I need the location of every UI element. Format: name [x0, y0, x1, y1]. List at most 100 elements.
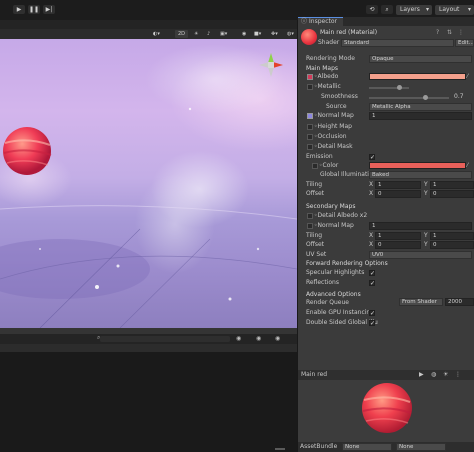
layers-dropdown[interactable]: Layers ▾ — [396, 5, 432, 15]
hidden-objects-icon[interactable]: ◉ — [242, 30, 246, 38]
double-sided-gi-checkbox[interactable]: ✓ — [369, 320, 375, 327]
detail-mask-texture-slot[interactable] — [307, 144, 313, 150]
offset2-y-field[interactable]: 0 — [430, 241, 474, 249]
uv-set-dropdown[interactable]: UV0 — [369, 251, 472, 259]
offset-y-field[interactable]: 0 — [430, 190, 474, 198]
smoothness-slider-track[interactable] — [369, 97, 449, 99]
effects-icon[interactable]: ▣▾ — [220, 30, 227, 38]
console-body[interactable] — [0, 352, 297, 452]
preview-shape-icon[interactable]: ◍ — [431, 371, 436, 379]
play-button[interactable]: ▶ — [13, 5, 25, 14]
offset-y-value: 0 — [433, 191, 437, 197]
uv-set-label: UV Set — [306, 251, 327, 258]
asset-bundle-label: AssetBundle — [300, 443, 338, 450]
offset-x-field[interactable]: 0 — [375, 190, 421, 198]
step-button[interactable]: ▶| — [43, 5, 55, 14]
preview-sphere — [362, 383, 412, 433]
metallic-slider-knob[interactable] — [397, 85, 402, 90]
tiling-x-field[interactable]: 1 — [375, 181, 421, 189]
metallic-slider-track[interactable] — [369, 87, 409, 89]
warning-toggle-icon[interactable]: ◉ — [256, 335, 261, 342]
tools-icon[interactable]: ✥▾ — [271, 30, 278, 38]
detail-normal-scale-field[interactable]: 1 — [369, 222, 472, 230]
eyedropper-icon[interactable]: ⁄ — [467, 162, 468, 170]
albedo-color-field[interactable] — [369, 73, 466, 80]
render-queue-field[interactable]: 2000 — [445, 298, 474, 306]
preview-play-icon[interactable]: ▶ — [419, 371, 424, 379]
reflections-checkbox[interactable]: ✓ — [369, 280, 375, 287]
preset-icon[interactable]: ⇅ — [447, 29, 452, 37]
preview-menu-icon[interactable]: ⋮ — [455, 371, 461, 379]
kebab-menu-icon[interactable]: ⋮ — [458, 29, 464, 37]
emission-checkbox[interactable]: ✓ — [369, 154, 375, 161]
albedo-label: Albedo — [317, 73, 339, 80]
asset-bundle-variant-value: None — [399, 444, 414, 450]
forward-rendering-header: Forward Rendering Options — [306, 260, 388, 267]
search-button[interactable]: ⌕ — [381, 5, 393, 14]
detail-albedo-texture-slot[interactable] — [307, 213, 313, 219]
tiling2-label: Tiling — [306, 232, 323, 239]
normal-map-scale-field[interactable]: 1 — [369, 112, 472, 120]
advanced-options-header: Advanced Options — [306, 291, 361, 298]
edit-shader-button[interactable]: Edit... — [455, 39, 474, 47]
tiling-y-label: Y — [424, 181, 428, 188]
smoothness-value[interactable]: 0.7 — [454, 93, 464, 101]
preview-light-icon[interactable]: ☀ — [443, 371, 448, 379]
red-planet-sphere[interactable] — [3, 127, 52, 175]
shader-dropdown[interactable]: Standard — [341, 39, 454, 47]
asset-bundle-value: None — [345, 444, 360, 450]
asset-bundle-dropdown[interactable]: None — [342, 443, 392, 451]
layers-label: Layers — [400, 6, 420, 13]
offset-x-label: X — [369, 190, 374, 197]
info-toggle-icon[interactable]: ◉ — [275, 335, 280, 342]
tiling-x-label: X — [369, 181, 374, 188]
gizmos-icon[interactable]: ◍▾ — [287, 30, 294, 38]
tiling2-y-field[interactable]: 1 — [430, 232, 474, 240]
preview-header: Main red ▶ ◍ ☀ ⋮ — [298, 370, 474, 380]
tiling2-x-field[interactable]: 1 — [375, 232, 421, 240]
tab-inspector[interactable]: ⓘ Inspector — [298, 17, 343, 26]
shading-mode-icon[interactable]: ◐▾ — [153, 30, 160, 38]
history-button[interactable]: ⟲ — [366, 5, 378, 14]
occlusion-texture-slot[interactable] — [307, 134, 313, 140]
tiling2-y-label: Y — [424, 232, 428, 239]
specular-highlights-checkbox[interactable]: ✓ — [369, 270, 375, 277]
asset-bundle-variant-dropdown[interactable]: None — [396, 443, 446, 451]
camera-icon[interactable]: ■▾ — [254, 30, 261, 38]
emission-color-field[interactable] — [369, 162, 466, 169]
help-icon[interactable]: ? — [436, 29, 439, 37]
metallic-texture-slot[interactable] — [307, 84, 313, 90]
tiling-x-value: 1 — [378, 182, 382, 188]
lighting-icon[interactable]: ☀ — [194, 30, 198, 38]
rendering-mode-dropdown[interactable]: Opaque — [369, 55, 472, 63]
scene-orientation-gizmo[interactable] — [258, 52, 284, 78]
metallic-label-wrap: ◦Metallic — [314, 83, 341, 90]
error-toggle-icon[interactable]: ◉ — [236, 335, 241, 342]
detail-normal-texture-slot[interactable] — [307, 223, 313, 229]
eyedropper-icon[interactable]: ⁄ — [467, 73, 468, 81]
offset2-x-label: X — [369, 241, 374, 248]
gpu-instancing-checkbox[interactable]: ✓ — [369, 310, 375, 317]
console-zoom-slider[interactable] — [275, 448, 285, 450]
occlusion-label-wrap: ◦Occlusion — [314, 133, 347, 140]
pause-button[interactable]: ❚❚ — [28, 5, 40, 14]
normal-map-texture-slot[interactable] — [307, 113, 313, 119]
offset-y-label: Y — [424, 190, 428, 197]
layout-dropdown[interactable]: Layout ▾ — [435, 5, 474, 15]
offset2-x-field[interactable]: 0 — [375, 241, 421, 249]
main-maps-header: Main Maps — [306, 65, 339, 72]
console-search-input[interactable]: ⌕ — [97, 334, 230, 342]
source-dropdown[interactable]: Metallic Alpha — [369, 103, 472, 111]
render-queue-dropdown[interactable]: From Shader — [399, 298, 443, 306]
tiling-y-field[interactable]: 1 — [430, 181, 474, 189]
smoothness-slider-knob[interactable] — [422, 95, 428, 100]
gpu-instancing-label: Enable GPU Instancing — [306, 309, 375, 316]
global-illumination-dropdown[interactable]: Baked — [369, 171, 472, 179]
material-preview[interactable] — [298, 380, 474, 442]
height-map-texture-slot[interactable] — [307, 124, 313, 130]
emission-texture-slot[interactable] — [312, 163, 318, 169]
audio-icon[interactable]: ♪ — [207, 30, 210, 38]
albedo-texture-slot[interactable] — [307, 74, 313, 80]
scene-viewport[interactable] — [0, 39, 297, 328]
2d-toggle[interactable]: 2D — [175, 30, 189, 38]
